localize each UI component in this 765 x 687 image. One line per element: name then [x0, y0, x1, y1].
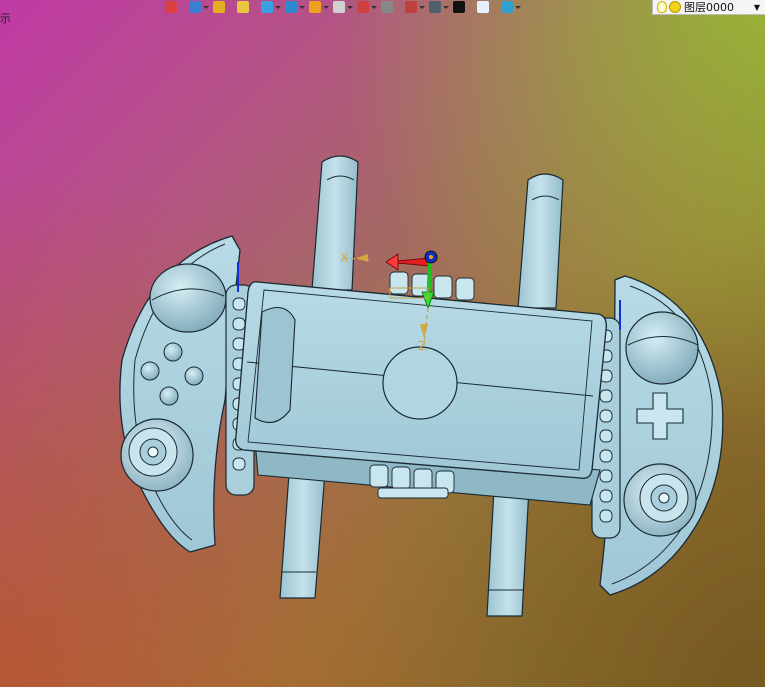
x-axis-label: X [340, 251, 348, 265]
z-axis-label: Z [418, 339, 426, 353]
x-axis-cone-icon [356, 254, 368, 262]
3d-model-viewport[interactable]: X Z [0, 0, 765, 687]
left-grip [119, 235, 241, 553]
leg-top-left [311, 155, 359, 291]
leg-top-right [517, 173, 564, 309]
